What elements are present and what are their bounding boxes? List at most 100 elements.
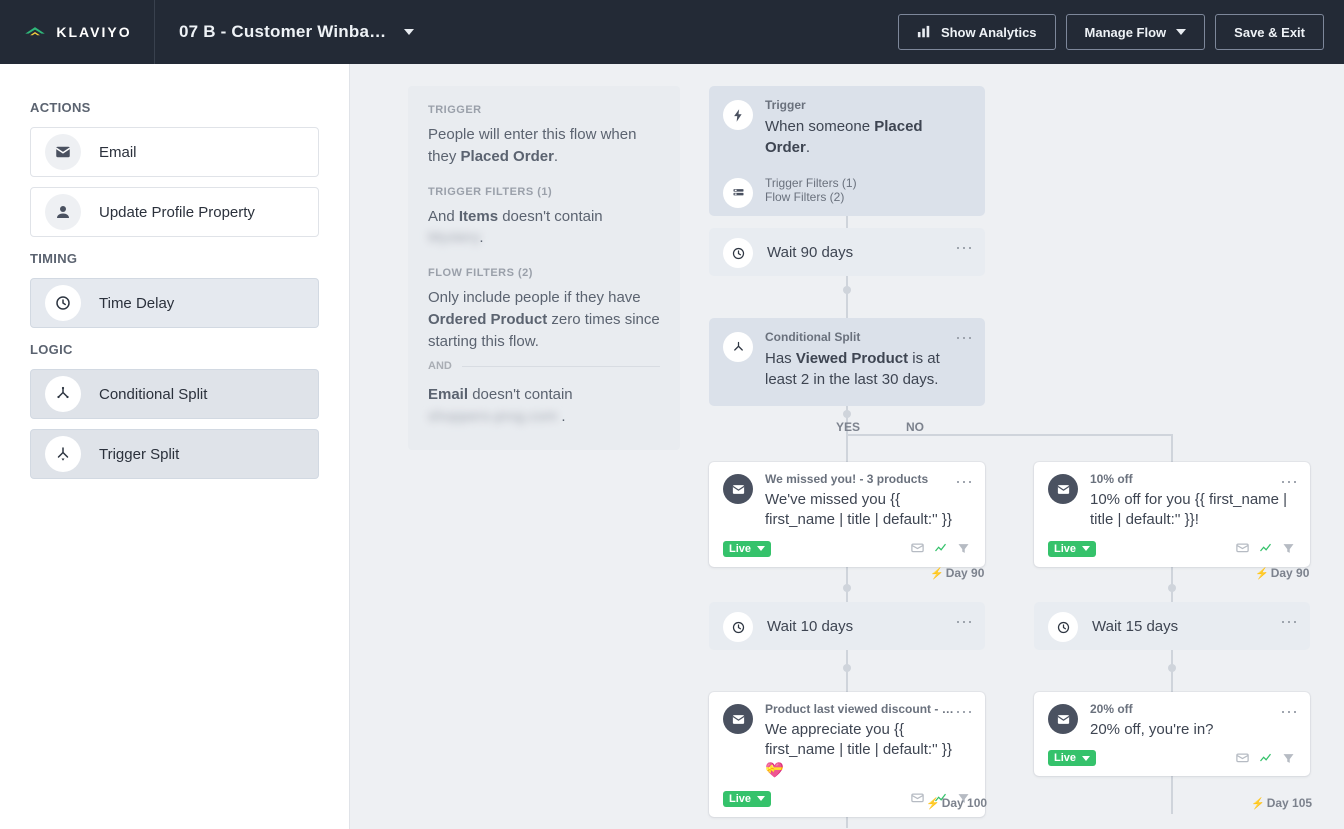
email-title: We missed you! - 3 products xyxy=(765,472,971,486)
email-icon xyxy=(723,474,753,504)
klaviyo-logo-icon xyxy=(22,19,48,45)
wait-text: Wait 10 days xyxy=(767,616,853,637)
message-icon[interactable] xyxy=(1235,751,1250,766)
trigger-node[interactable]: Trigger When someone Placed Order. Trigg… xyxy=(709,86,985,216)
flow-filter: Email doesn't contain shoppers-prog.com … xyxy=(428,384,660,428)
message-icon[interactable] xyxy=(910,791,925,806)
email-node[interactable]: We missed you! - 3 products We've missed… xyxy=(709,462,985,567)
palette-conditional-split[interactable]: Conditional Split xyxy=(30,369,319,419)
email-footer-icons xyxy=(1235,751,1296,766)
node-label: Conditional Split xyxy=(765,330,971,344)
analytics-icon[interactable] xyxy=(1258,751,1273,766)
email-footer-icons xyxy=(1235,541,1296,556)
connector-dot xyxy=(1168,664,1176,672)
conditional-split-node[interactable]: Conditional Split Has Viewed Product is … xyxy=(709,318,985,406)
wait-text: Wait 90 days xyxy=(767,242,853,263)
trigger-split-icon xyxy=(45,436,81,472)
email-subject: We appreciate you {{ first_name | title … xyxy=(765,720,971,781)
node-menu-button[interactable] xyxy=(955,472,975,493)
status-live-badge[interactable]: Live xyxy=(1048,541,1096,557)
split-icon xyxy=(723,332,753,362)
email-subject: 10% off for you {{ first_name | title | … xyxy=(1090,490,1296,531)
analytics-icon xyxy=(917,25,931,39)
day-tag: ⚡Day 100 xyxy=(926,796,987,810)
filter-icon[interactable] xyxy=(1281,541,1296,556)
email-subject: 20% off, you're in? xyxy=(1090,720,1296,740)
flow-name-dropdown[interactable]: 07 B - Customer Winba… xyxy=(155,0,438,64)
filter-icon[interactable] xyxy=(956,541,971,556)
split-no-label: NO xyxy=(906,420,924,434)
trigger-filter: And Items doesn't contain Mystery. xyxy=(428,206,660,250)
email-node[interactable]: 20% off 20% off, you're in? Live xyxy=(1034,692,1310,776)
clock-icon xyxy=(723,612,753,642)
chevron-down-icon xyxy=(1176,29,1186,35)
message-icon[interactable] xyxy=(1235,541,1250,556)
status-live-badge[interactable]: Live xyxy=(723,791,771,807)
email-title: 20% off xyxy=(1090,702,1296,716)
label: TRIGGER FILTERS (1) xyxy=(428,186,660,198)
status-live-badge[interactable]: Live xyxy=(723,541,771,557)
bolt-icon xyxy=(723,100,753,130)
connector-line xyxy=(847,434,1172,436)
palette-email[interactable]: Email xyxy=(30,127,319,177)
email-icon xyxy=(1048,704,1078,734)
filter-icon[interactable] xyxy=(1281,751,1296,766)
connector-dot xyxy=(843,410,851,418)
filters-icon xyxy=(723,178,753,208)
trigger-info-panel: TRIGGER People will enter this flow when… xyxy=(408,86,680,450)
node-menu-button[interactable] xyxy=(955,702,975,723)
status-live-badge[interactable]: Live xyxy=(1048,750,1096,766)
and-divider: AND xyxy=(428,360,660,372)
brand-logo[interactable]: KLAVIYO xyxy=(0,0,155,64)
split-yes-label: YES xyxy=(836,420,860,434)
flow-name-label: 07 B - Customer Winba… xyxy=(179,22,386,42)
node-menu-button[interactable] xyxy=(955,328,975,349)
node-menu-button[interactable] xyxy=(1280,702,1300,723)
section-heading-timing: TIMING xyxy=(30,251,319,266)
split-icon xyxy=(45,376,81,412)
flow-canvas[interactable]: YES NO TRIGGER People will enter this fl… xyxy=(350,64,1344,829)
save-exit-button[interactable]: Save & Exit xyxy=(1215,14,1324,50)
header-actions: Show Analytics Manage Flow Save & Exit xyxy=(898,0,1344,64)
label: TRIGGER xyxy=(428,104,660,116)
time-delay-node[interactable]: Wait 10 days xyxy=(709,602,985,650)
connector-dot xyxy=(843,286,851,294)
palette-update-profile[interactable]: Update Profile Property xyxy=(30,187,319,237)
node-menu-button[interactable] xyxy=(955,238,975,259)
clock-icon xyxy=(723,238,753,268)
palette-trigger-split[interactable]: Trigger Split xyxy=(30,429,319,479)
app-header: KLAVIYO 07 B - Customer Winba… Show Anal… xyxy=(0,0,1344,64)
connector-dot xyxy=(1168,584,1176,592)
chevron-down-icon xyxy=(404,29,414,35)
node-menu-button[interactable] xyxy=(955,612,975,633)
show-analytics-button[interactable]: Show Analytics xyxy=(898,14,1056,50)
email-title: Product last viewed discount - 3 produc… xyxy=(765,702,960,716)
email-icon xyxy=(45,134,81,170)
email-subject: We've missed you {{ first_name | title |… xyxy=(765,490,971,531)
palette-time-delay[interactable]: Time Delay xyxy=(30,278,319,328)
person-icon xyxy=(45,194,81,230)
connector-dot xyxy=(843,664,851,672)
clock-icon xyxy=(45,285,81,321)
section-heading-logic: LOGIC xyxy=(30,342,319,357)
day-tag: ⚡Day 105 xyxy=(1251,796,1312,810)
time-delay-node[interactable]: Wait 90 days xyxy=(709,228,985,276)
email-title: 10% off xyxy=(1090,472,1296,486)
component-sidebar: ACTIONS Email Update Profile Property TI… xyxy=(0,64,350,829)
node-menu-button[interactable] xyxy=(1280,472,1300,493)
time-delay-node[interactable]: Wait 15 days xyxy=(1034,602,1310,650)
email-icon xyxy=(1048,474,1078,504)
analytics-icon[interactable] xyxy=(1258,541,1273,556)
label: FLOW FILTERS (2) xyxy=(428,267,660,279)
day-tag: ⚡Day 90 xyxy=(930,566,984,580)
connector-dot xyxy=(843,584,851,592)
section-heading-actions: ACTIONS xyxy=(30,100,319,115)
node-label: Trigger xyxy=(765,98,971,112)
email-node[interactable]: 10% off 10% off for you {{ first_name | … xyxy=(1034,462,1310,567)
node-menu-button[interactable] xyxy=(1280,612,1300,633)
analytics-icon[interactable] xyxy=(933,541,948,556)
message-icon[interactable] xyxy=(910,541,925,556)
wait-text: Wait 15 days xyxy=(1092,616,1178,637)
manage-flow-button[interactable]: Manage Flow xyxy=(1066,14,1206,50)
clock-icon xyxy=(1048,612,1078,642)
